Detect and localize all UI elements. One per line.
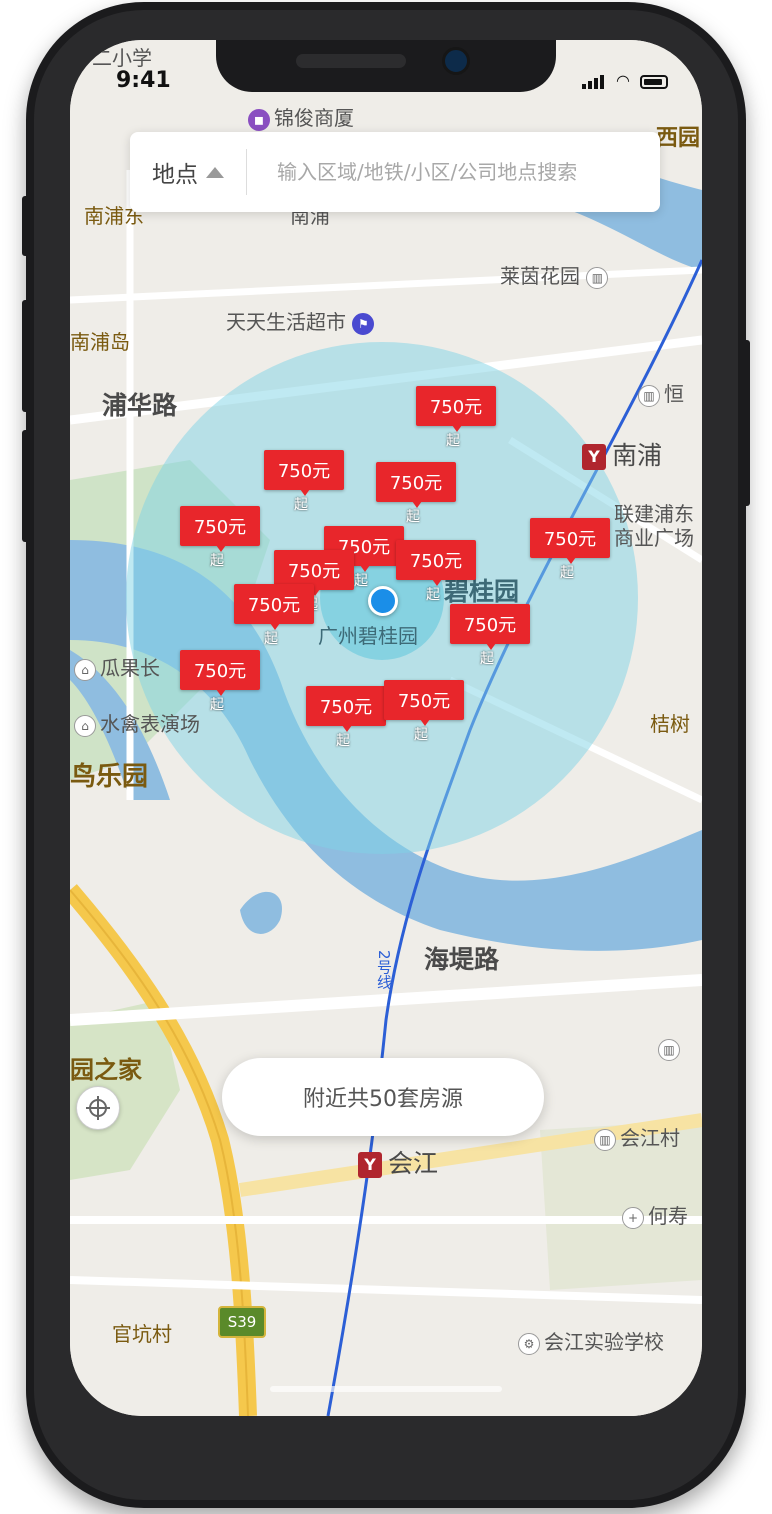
search-input[interactable] — [247, 159, 660, 185]
building-icon: ▥ — [658, 1038, 680, 1061]
status-time: 9:41 — [116, 68, 171, 93]
map-label: 西园 — [656, 126, 701, 151]
school-icon: ⚙ — [518, 1332, 540, 1355]
listing-price-pin[interactable]: 750元起 — [234, 584, 314, 654]
building-icon: ▥ — [586, 266, 609, 289]
map-label: 园之家 — [70, 1056, 142, 1084]
signal-icon — [582, 70, 606, 89]
pin-icon: ⌂ — [74, 658, 96, 681]
volume-up-button — [22, 300, 30, 412]
map-poi[interactable]: 莱茵花园 ▥ — [500, 260, 612, 289]
locate-me-button[interactable] — [76, 1086, 120, 1130]
notch — [216, 40, 556, 92]
phone-screen: 二小学 ◼ 锦俊商厦 西园 南浦东 南浦 莱茵花园 ▥ 天天生活超市 ⚑ 南浦岛 … — [70, 40, 702, 1416]
listing-price-pin[interactable]: 750元起 — [450, 604, 530, 674]
metro-icon: Y — [582, 444, 606, 470]
mute-switch — [22, 196, 30, 256]
battery-icon — [640, 75, 668, 89]
road-shield: S39 — [218, 1306, 266, 1338]
hospital-icon: + — [622, 1206, 644, 1229]
status-icons: ◠ — [582, 70, 668, 89]
listing-price-pin[interactable]: 750元起 — [180, 650, 260, 720]
map-label: 桔树 — [650, 712, 690, 736]
map-label: 官坑村 — [112, 1322, 172, 1346]
map-label: 二小学 — [92, 46, 152, 70]
map-poi[interactable]: ⚙ 会江实验学校 — [518, 1326, 664, 1355]
listing-price-pin[interactable]: 750元起 — [384, 680, 464, 750]
wifi-icon: ◠ — [616, 71, 630, 90]
current-location-dot — [368, 586, 398, 616]
location-type-dropdown[interactable]: 地点 — [130, 155, 246, 189]
volume-down-button — [22, 430, 30, 542]
metro-station[interactable]: Y 南浦 — [582, 436, 662, 472]
power-button — [742, 340, 750, 506]
metro-station[interactable]: Y 会江 — [358, 1144, 438, 1180]
listing-price-pin[interactable]: 750元起 — [306, 686, 386, 756]
map-poi[interactable]: + 何寿 — [622, 1200, 688, 1229]
listing-price-pin[interactable]: 750元起 — [264, 450, 344, 520]
listing-price-pin[interactable]: 750元起 — [376, 462, 456, 532]
metro-icon: Y — [358, 1152, 382, 1178]
building-icon: ▥ — [594, 1128, 616, 1151]
metro-line-label: 2号线 — [375, 950, 393, 990]
shopping-bag-icon: ◼ — [248, 108, 270, 131]
pin-icon: ⌂ — [74, 714, 96, 737]
search-bar: 地点 — [130, 132, 660, 212]
building-icon: ▥ — [638, 384, 660, 407]
shopping-icon: ⚑ — [352, 312, 375, 335]
map-label: 鸟乐园 — [70, 762, 149, 792]
listing-price-pin[interactable]: 750元起 — [530, 518, 610, 588]
home-indicator[interactable] — [270, 1386, 502, 1392]
map-label: 商业广场 — [614, 526, 694, 550]
caret-up-icon — [206, 166, 224, 178]
camera-icon — [442, 47, 470, 75]
map-poi[interactable]: ▥ 会江村 — [594, 1122, 680, 1151]
nearby-listings-button[interactable]: 附近共50套房源 — [222, 1058, 544, 1136]
map-poi[interactable]: ▥ 恒 — [638, 378, 684, 407]
map-poi[interactable]: 天天生活超市 ⚑ — [226, 306, 378, 335]
map-label: 海堤路 — [424, 945, 500, 974]
map-poi[interactable]: ▥ — [658, 1036, 684, 1061]
map-label: 浦华路 — [102, 391, 178, 420]
listing-price-pin[interactable]: 750元起 — [396, 540, 476, 610]
map-poi[interactable]: ◼ 锦俊商厦 — [248, 102, 354, 131]
map-label: 南浦岛 — [70, 330, 130, 354]
map-poi[interactable]: ⌂ 瓜果长 — [74, 652, 160, 681]
listing-price-pin[interactable]: 750元起 — [416, 386, 496, 456]
map-label: 广州碧桂园 — [318, 624, 418, 648]
speaker-grille — [296, 54, 406, 68]
listing-price-pin[interactable]: 750元起 — [180, 506, 260, 576]
crosshair-icon — [86, 1096, 110, 1120]
